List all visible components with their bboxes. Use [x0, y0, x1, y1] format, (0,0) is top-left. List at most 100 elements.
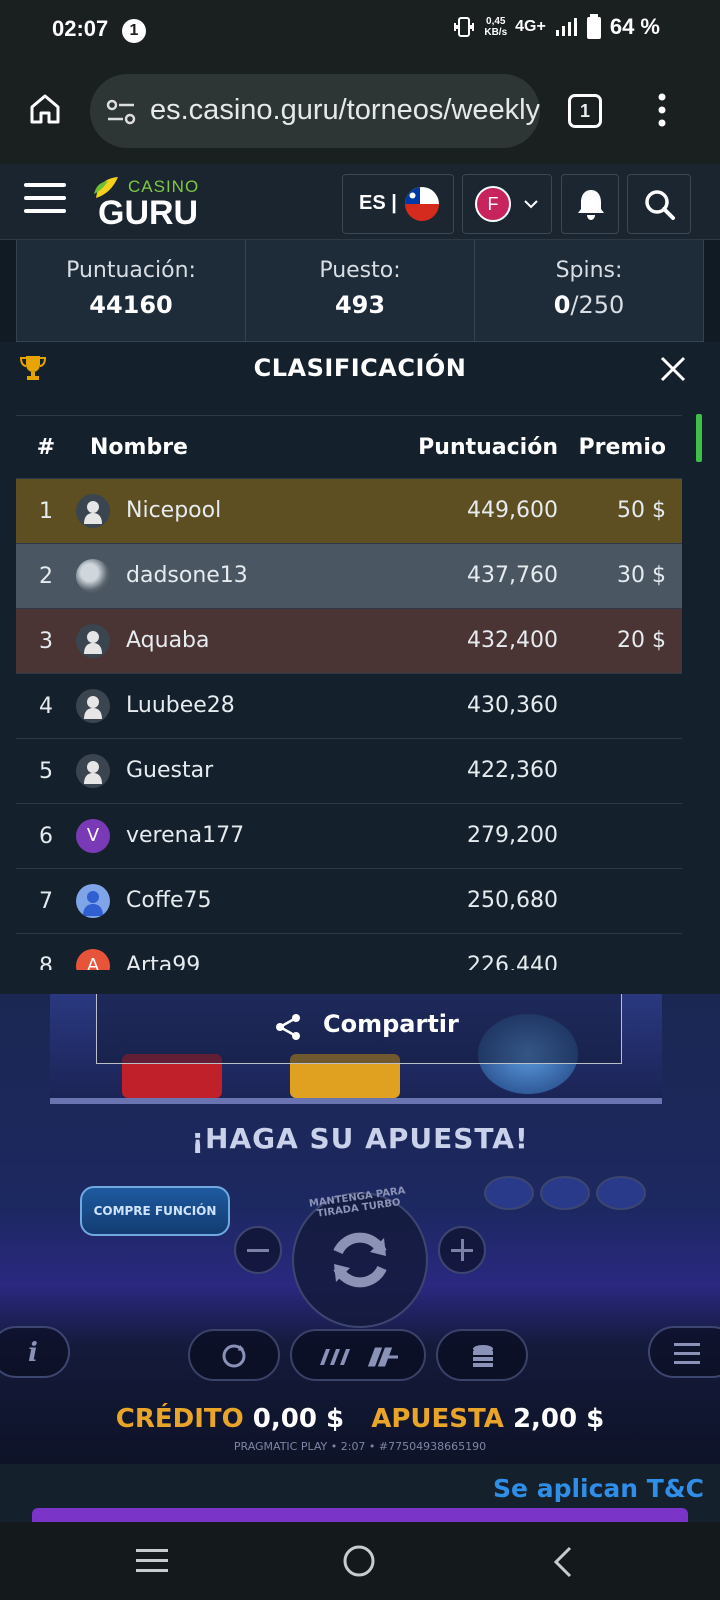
player-name[interactable]: verena177 — [126, 823, 244, 848]
bet-value: 2,00 $ — [512, 1404, 605, 1434]
turbo-speed-button[interactable] — [290, 1329, 426, 1381]
close-icon[interactable] — [660, 356, 686, 382]
speed-icon — [320, 1347, 398, 1367]
game-provider-info: PRAGMATIC PLAY • 2:07 • #77504938665190 — [233, 1440, 487, 1453]
network-type: 4G+ — [515, 18, 546, 35]
minus-icon — [247, 1249, 269, 1252]
casino-guru-logo[interactable]: CASINO GURU — [92, 174, 212, 232]
notifications-button[interactable] — [561, 174, 619, 234]
share-icon — [276, 1014, 300, 1040]
site-settings-icon[interactable] — [106, 98, 136, 126]
player-avatar: A — [76, 949, 110, 970]
table-header: # Nombre Puntuación Premio — [16, 415, 682, 479]
language-label: ES | — [359, 192, 397, 214]
player-prize: 20 $ — [617, 628, 666, 653]
tab-switcher-button[interactable]: 1 — [568, 94, 602, 128]
player-avatar — [76, 754, 110, 788]
scroll-indicator[interactable] — [696, 414, 702, 462]
row-rank: 8 — [39, 954, 53, 970]
url-text[interactable]: es.casino.guru/torneos/weekly — [150, 94, 540, 127]
table-row[interactable]: 6 Vverena177 279,200 — [16, 804, 682, 869]
signal-icon — [555, 18, 577, 36]
player-stats: Puntuación: 44160 Puesto: 493 Spins: 0/2… — [16, 240, 704, 342]
credit-bet-readout: CRÉDITO 0,00 $ APUESTA 2,00 $ — [115, 1404, 605, 1434]
table-row[interactable]: 8 A Arta99 226,440 — [16, 934, 682, 970]
game-option-button[interactable] — [484, 1176, 534, 1210]
home-icon[interactable] — [28, 92, 62, 126]
player-name[interactable]: Arta99 — [126, 953, 200, 970]
hamburger-menu-icon[interactable] — [24, 182, 66, 214]
data-speed: 0,45 KB/s — [484, 16, 508, 38]
table-body: 1 Nicepool 449,600 50 $ 2 dadsone13 437,760 30 … — [16, 479, 682, 970]
player-avatar — [76, 559, 110, 593]
address-bar[interactable]: es.casino.guru/torneos/weekly — [90, 74, 540, 148]
browser-toolbar: es.casino.guru/torneos/weekly 1 — [0, 62, 720, 164]
menu-icon — [674, 1343, 700, 1364]
player-name[interactable]: Luubee28 — [126, 693, 235, 718]
player-name[interactable]: Coffe75 — [126, 888, 212, 913]
share-button[interactable]: Compartir — [96, 994, 622, 1064]
chile-flag-icon — [405, 187, 439, 221]
system-navigation-bar — [0, 1522, 720, 1600]
table-row[interactable]: 3 Aquaba 432,400 20 $ — [16, 609, 682, 674]
stat-score: Puntuación: 44160 — [17, 240, 246, 341]
stat-spins: Spins: 0/250 — [553, 258, 625, 319]
coins-icon — [473, 1345, 493, 1367]
row-rank: 6 — [39, 824, 53, 849]
increase-bet-button[interactable] — [438, 1226, 486, 1274]
row-rank: 4 — [39, 694, 53, 719]
player-score: 437,760 — [467, 563, 558, 588]
player-avatar — [76, 689, 110, 723]
chevron-down-icon — [524, 200, 538, 209]
autoplay-button[interactable] — [188, 1329, 280, 1381]
spin-hint: MANTENGA PARA TIRADA TURBO — [308, 1185, 407, 1220]
more-menu-icon[interactable] — [655, 92, 669, 128]
decrease-bet-button[interactable] — [234, 1226, 282, 1274]
autoplay-icon — [222, 1344, 246, 1368]
table-row[interactable]: 7 Coffe75 250,680 — [16, 869, 682, 934]
status-indicators: 0,45 KB/s 4G+ 64 % — [452, 14, 660, 40]
player-avatar: V — [76, 819, 110, 853]
player-name[interactable]: Nicepool — [126, 498, 221, 523]
credit-value: 0,00 $ — [252, 1404, 345, 1434]
recent-apps-icon[interactable] — [136, 1548, 168, 1574]
player-avatar — [76, 624, 110, 658]
user-avatar: F — [475, 186, 511, 222]
back-icon[interactable] — [552, 1546, 574, 1578]
bet-prompt: ¡HAGA SU APUESTA! — [191, 1122, 529, 1155]
home-button-icon[interactable] — [342, 1544, 376, 1578]
slot-game-frame[interactable]: Compartir ¡HAGA SU APUESTA! COMPRE FUNCI… — [0, 994, 720, 1464]
player-prize: 50 $ — [617, 498, 666, 523]
table-row[interactable]: 2 dadsone13 437,760 30 $ — [16, 544, 682, 609]
player-score: 449,600 — [467, 498, 558, 523]
battery-percent: 64 % — [609, 14, 660, 39]
info-icon: i — [28, 1338, 38, 1368]
spin-icon — [333, 1232, 387, 1288]
bet-coins-button[interactable] — [436, 1329, 528, 1381]
row-rank: 2 — [39, 564, 53, 589]
player-prize: 30 $ — [617, 563, 666, 588]
battery-icon — [586, 14, 601, 39]
status-time: 02:07 — [52, 16, 109, 41]
table-row[interactable]: 5 Guestar 422,360 — [16, 739, 682, 804]
player-name[interactable]: Aquaba — [126, 628, 210, 653]
table-row[interactable]: 4 Luubee28 430,360 — [16, 674, 682, 739]
user-menu[interactable]: F — [462, 174, 552, 234]
info-button[interactable]: i — [0, 1326, 70, 1378]
leaderboard-panel: CLASIFICACIÓN # Nombre Puntuación Premio… — [0, 342, 720, 994]
player-name[interactable]: Guestar — [126, 758, 213, 783]
search-button[interactable] — [627, 174, 691, 234]
terms-link[interactable]: Se aplican T&C — [493, 1474, 704, 1503]
row-rank: 1 — [39, 499, 53, 524]
game-menu-button[interactable] — [648, 1326, 720, 1378]
table-row[interactable]: 1 Nicepool 449,600 50 $ — [16, 479, 682, 544]
buy-feature-button[interactable]: COMPRE FUNCIÓN — [80, 1186, 230, 1236]
language-selector[interactable]: ES | — [342, 174, 454, 234]
spin-button[interactable]: MANTENGA PARA TIRADA TURBO — [292, 1185, 428, 1328]
player-score: 430,360 — [467, 693, 558, 718]
game-option-button[interactable] — [596, 1176, 646, 1210]
player-name[interactable]: dadsone13 — [126, 563, 248, 588]
game-option-button[interactable] — [540, 1176, 590, 1210]
leaderboard-table: # Nombre Puntuación Premio 1 Nicepool 449,… — [16, 415, 682, 970]
stat-rank: Puesto: 493 — [246, 240, 475, 341]
